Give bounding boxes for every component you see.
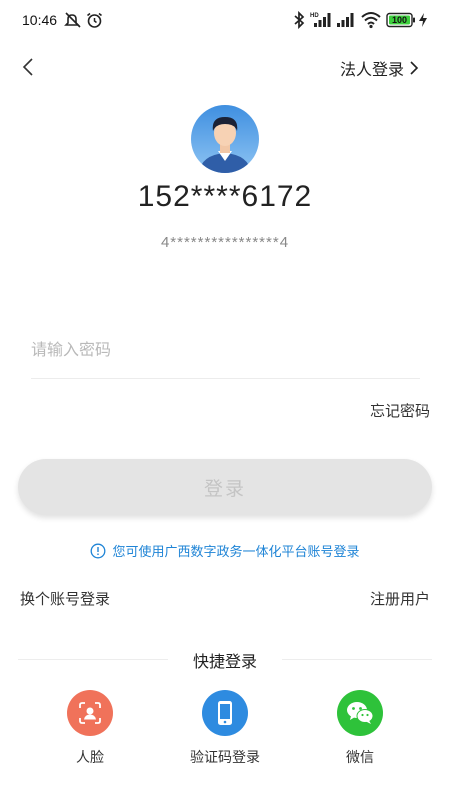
chevron-right-icon — [410, 61, 419, 75]
notice-text: 您可使用广西数字政务一体化平台账号登录 — [112, 545, 360, 560]
quick-login-sms-code[interactable]: 验证码登录 — [165, 690, 285, 767]
masked-id-number: 4****************4 — [160, 234, 290, 251]
legal-login-label: 法人登录 — [339, 60, 404, 79]
chevron-left-icon — [22, 58, 33, 76]
bluetooth-icon — [294, 11, 305, 29]
masked-phone-number: 152****6172 — [137, 180, 313, 213]
switch-account-link[interactable]: 换个账号登录 — [20, 588, 110, 609]
info-icon — [91, 543, 106, 558]
wifi-icon — [361, 12, 381, 29]
login-button[interactable]: 登录 — [18, 459, 432, 515]
password-field-container — [31, 330, 420, 379]
signal-icon — [337, 13, 354, 27]
mute-icon — [64, 12, 81, 28]
register-link[interactable]: 注册用户 — [370, 588, 430, 609]
battery-level: 100 — [392, 15, 407, 25]
wechat-icon — [337, 690, 383, 736]
quick-login-wechat-label: 微信 — [346, 750, 374, 766]
alarm-icon — [87, 12, 102, 28]
forgot-password-link[interactable]: 忘记密码 — [370, 400, 430, 421]
quick-login-face-label: 人脸 — [76, 750, 104, 766]
signal-hd-icon: HD — [310, 13, 331, 27]
status-time: 10:46 — [22, 12, 58, 28]
platform-login-notice: 您可使用广西数字政务一体化平台账号登录 — [0, 541, 450, 560]
quick-login-divider: 快捷登录 — [18, 648, 432, 671]
back-button[interactable] — [18, 56, 40, 78]
face-icon — [67, 690, 113, 736]
legal-person-login-link[interactable]: 法人登录 — [340, 56, 420, 80]
password-input[interactable] — [31, 330, 420, 368]
quick-login-wechat[interactable]: 微信 — [300, 690, 420, 767]
phone-icon — [202, 690, 248, 736]
user-avatar — [191, 105, 259, 173]
status-bar: 10:46 HD 100 — [0, 0, 450, 40]
quick-login-title: 快捷登录 — [192, 652, 257, 671]
svg-text:HD: HD — [310, 13, 319, 19]
quick-login-face[interactable]: 人脸 — [30, 690, 150, 767]
battery-icon: 100 — [386, 12, 415, 28]
charging-icon — [419, 13, 427, 27]
quick-login-sms-label: 验证码登录 — [190, 750, 260, 766]
